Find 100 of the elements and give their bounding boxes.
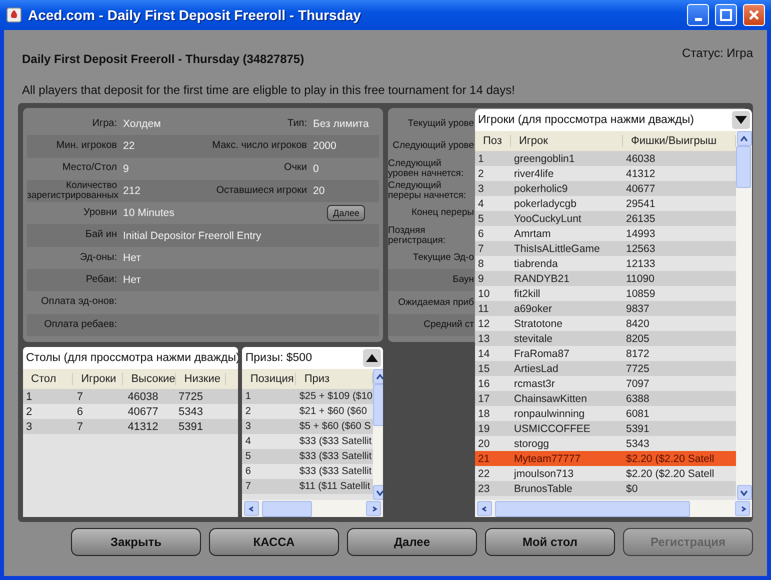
table-cell-text: 9837 (625, 302, 650, 314)
table-row[interactable]: 7 $11 ($11 Satellit (242, 479, 372, 494)
player-row[interactable]: 3 pokerholic9 40677 (475, 181, 736, 196)
player-row[interactable]: 1 greengoblin1 46038 (475, 151, 736, 166)
list-title: Призы: $500 (245, 352, 312, 364)
table-cell-text: $21 + $60 ($60 (298, 406, 368, 417)
app-logo-icon (6, 7, 22, 23)
player-row[interactable]: 5 YooCuckyLunt 26135 (475, 211, 736, 226)
table-cell-text: 2 (477, 168, 485, 180)
table-row[interactable]: 3 $5 + $60 ($60 S (242, 419, 372, 434)
table-cell-text: 10859 (625, 288, 656, 300)
action-button[interactable]: Далее (347, 528, 477, 556)
window-title: Aced.com - Daily First Deposit Freeroll - Thursday (28, 7, 362, 23)
horizontal-scrollbar[interactable] (475, 500, 752, 517)
table-cell-text: 6 (76, 406, 84, 418)
info-label: Оплата ребаев: (43, 320, 117, 330)
table-cell-text: 4 (477, 198, 485, 210)
player-row[interactable]: 9 RANDYB21 11090 (475, 271, 736, 286)
collapse-button[interactable] (363, 349, 381, 367)
table-cell-text: 13 (477, 332, 491, 344)
table-cell-text: 17 (477, 392, 491, 404)
scroll-thumb[interactable] (736, 146, 751, 188)
table-cell-text: 14 (477, 348, 491, 360)
column-header[interactable]: Низкие (176, 373, 226, 385)
column-header[interactable]: Стол (23, 373, 74, 385)
table-cell-text: pokerladycgb (513, 198, 578, 210)
status-text: Статус: Игра (682, 46, 753, 60)
column-header[interactable]: Поз (475, 135, 511, 147)
table-cell-text: 5 (244, 451, 252, 462)
table-row[interactable]: 3 7 41312 5391 (23, 419, 238, 434)
table-row[interactable]: 1 7 46038 7725 (23, 389, 238, 404)
maximize-button[interactable] (715, 4, 737, 26)
table-cell-text: 7725 (178, 390, 204, 402)
table-cell-text: stevitale (513, 332, 554, 344)
table-cell-text: 21 (477, 452, 491, 464)
table-cell-text: 1 (477, 152, 485, 164)
table-cell-text: $33 ($33 Satellit (298, 451, 372, 462)
table-cell-text: 40677 (625, 182, 656, 194)
player-row[interactable]: 23 BrunosTable $0 (475, 481, 736, 496)
close-button[interactable] (743, 4, 765, 26)
table-cell-text: 2 (244, 406, 252, 417)
table-cell-text: $33 ($33 Satellit (298, 436, 372, 447)
action-button[interactable]: Закрыть (71, 528, 201, 556)
action-button[interactable]: КАССА (209, 528, 339, 556)
column-header[interactable]: Игрок (511, 135, 623, 147)
table-cell-text: 11090 (625, 272, 656, 284)
table-row[interactable]: 5 $33 ($33 Satellit (242, 449, 372, 464)
minimize-button[interactable] (687, 4, 709, 26)
table-row[interactable]: 1 $25 + $109 ($10 (242, 389, 372, 404)
action-button[interactable]: Мой стол (485, 528, 615, 556)
info-label: Баун (452, 275, 474, 286)
player-row[interactable]: 21 Myteam77777 $2.20 ($2.20 Satell (475, 451, 736, 466)
vertical-scrollbar[interactable] (372, 369, 383, 500)
scroll-thumb[interactable] (495, 500, 690, 516)
table-cell-text: 3 (244, 421, 252, 432)
player-row[interactable]: 13 stevitale 8205 (475, 331, 736, 346)
scroll-thumb[interactable] (372, 384, 383, 426)
triangle-down-icon (735, 116, 747, 124)
horizontal-scrollbar[interactable] (242, 500, 383, 517)
player-row[interactable]: 17 ChainsawKitten 6388 (475, 391, 736, 406)
dropdown-button[interactable] (732, 111, 750, 129)
info-label: Оплата эд-онов: (40, 297, 117, 308)
table-cell-text: 1 (244, 391, 252, 402)
column-header[interactable]: Игроки (73, 373, 124, 385)
info-value: 10 Minutes (123, 207, 176, 220)
table-cell-text: 3 (477, 182, 485, 194)
table-cell-text: 2 (25, 406, 34, 418)
table-cell-text: 9 (477, 272, 485, 284)
table-cell-text: 40677 (126, 406, 160, 418)
table-cell-text: jmoulson713 (512, 468, 575, 480)
player-row[interactable]: 11 a69oker 9837 (475, 301, 736, 316)
column-header[interactable]: Высокие (123, 373, 176, 385)
table-cell-text: 12563 (625, 242, 656, 254)
info-value: Без лимита (313, 118, 370, 130)
list-title: Игроки (для проссмотра нажми дважды) (478, 114, 694, 126)
vertical-scrollbar[interactable] (736, 131, 752, 500)
table-cell-text: storogg (513, 438, 550, 450)
player-row[interactable]: 19 USMICCOFFEE 5391 (475, 421, 736, 436)
info-value: 2000 (313, 140, 338, 152)
table-cell-text: 10 (477, 288, 491, 300)
table-cell-text: 19 (477, 422, 491, 434)
info-label: Место/Стол (61, 163, 117, 174)
scroll-thumb[interactable] (262, 500, 312, 516)
maximize-icon (720, 9, 732, 21)
table-cell-text: 7097 (625, 378, 650, 390)
table-cell-text: 14993 (625, 228, 656, 240)
arrow-left-icon (480, 506, 488, 512)
info-label: Следующий урове (392, 141, 474, 152)
next-button[interactable]: Далее (327, 205, 366, 222)
table-cell-text: $0 (625, 482, 639, 494)
info-value: 9 (123, 162, 130, 175)
table-cell-text: tiabrenda (513, 258, 559, 270)
player-row[interactable]: 15 ArtiesLad 7725 (475, 361, 736, 376)
column-header[interactable]: Позиция (242, 373, 296, 385)
info-label: Средний ст (424, 320, 474, 330)
table-cell-text: 5391 (178, 420, 204, 432)
tournament-title: Daily First Deposit Freeroll - Thursday (34827875) (22, 52, 304, 66)
info-label: Эд-оны: (78, 252, 117, 264)
player-row[interactable]: 7 ThisIsALittleGame 12563 (475, 241, 736, 256)
table-cell-text: rcmast3r (513, 378, 556, 390)
